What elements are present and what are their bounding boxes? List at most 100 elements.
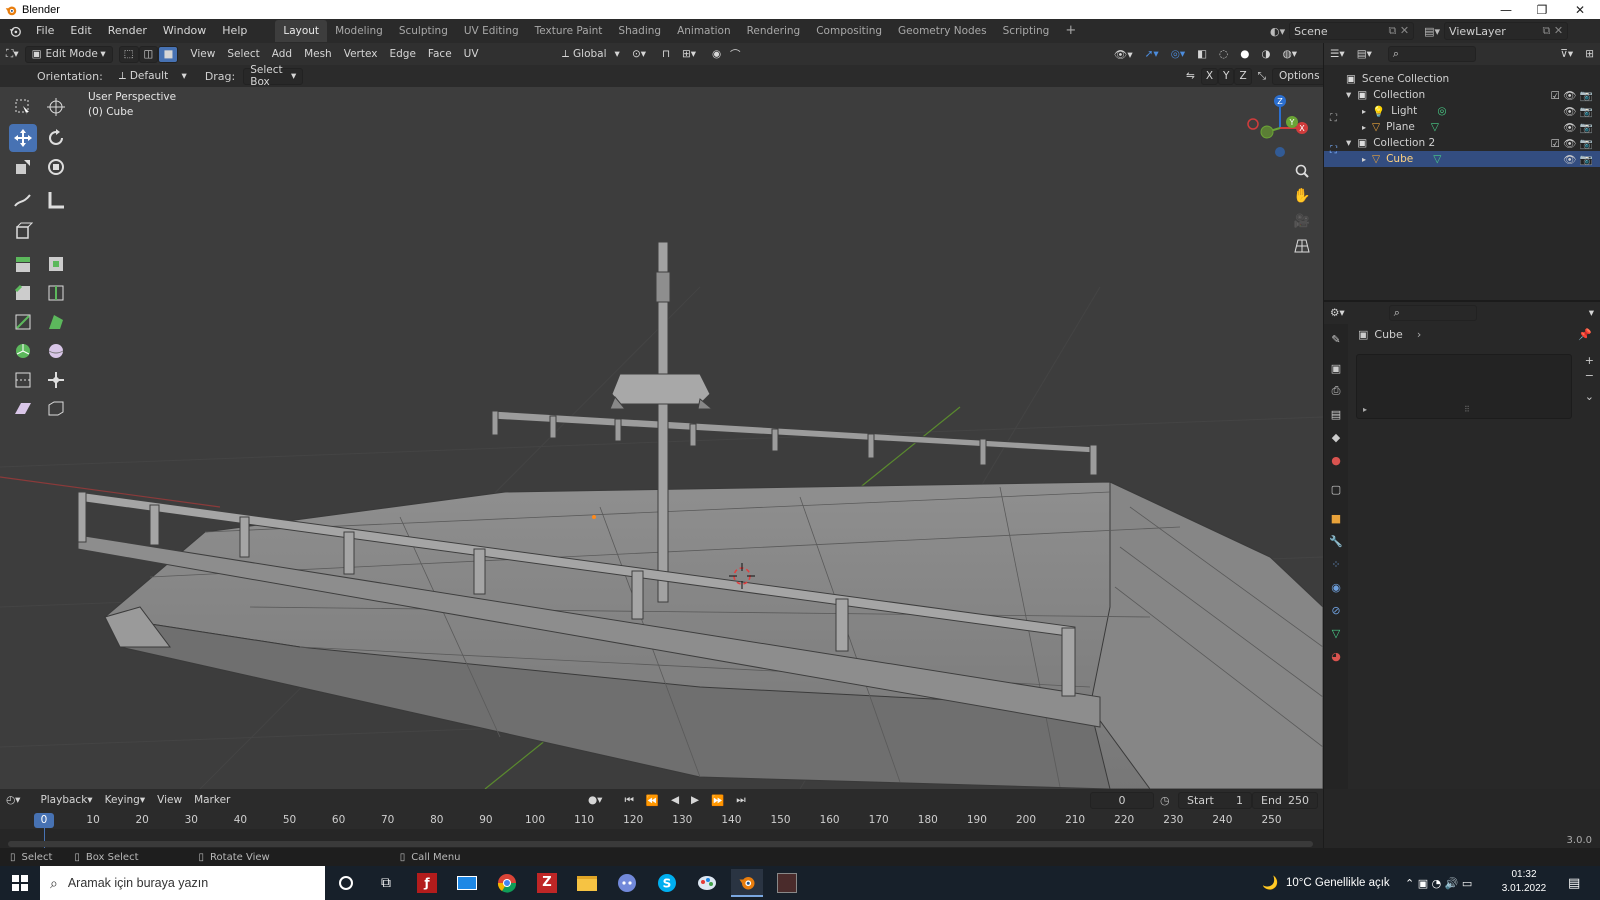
- keying-menu[interactable]: Keying ▾: [99, 792, 152, 809]
- expand-arrow-icon[interactable]: ▸: [1362, 155, 1366, 164]
- record-icon[interactable]: ●▾: [582, 792, 608, 809]
- edit-mode-toggle-icon[interactable]: ⛶: [1330, 113, 1337, 124]
- view-layer-tab-icon[interactable]: ▤: [1327, 405, 1345, 423]
- face-select-icon[interactable]: ■: [158, 45, 179, 63]
- pan-hand-icon[interactable]: ✋: [1291, 185, 1313, 207]
- move-tool[interactable]: [9, 124, 37, 152]
- material-tab-icon[interactable]: ◕: [1327, 647, 1345, 665]
- slot-specials-icon[interactable]: ⌄: [1585, 390, 1594, 403]
- scene-copy-icon[interactable]: ⧉ ✕: [1389, 24, 1410, 38]
- tab-animation[interactable]: Animation: [669, 20, 739, 42]
- scene-icon[interactable]: ◐▾: [1270, 25, 1285, 38]
- output-tab-icon[interactable]: ⎙: [1327, 382, 1345, 400]
- plane-visibility-icons[interactable]: 👁 📷: [1563, 121, 1593, 134]
- gizmo-toggle-icon[interactable]: ➚▾: [1139, 46, 1165, 63]
- view-layer-copy-icon[interactable]: ⧉ ✕: [1542, 24, 1563, 38]
- visibility-icon[interactable]: 👁▾: [1108, 46, 1139, 63]
- vertex-select-icon[interactable]: ⬚: [118, 45, 139, 63]
- file-explorer-icon[interactable]: [571, 869, 603, 897]
- bevel-tool[interactable]: [9, 279, 37, 307]
- expand-arrow-icon[interactable]: ▸: [1362, 123, 1366, 132]
- orientation-dropdown[interactable]: ⟂ Default ▾: [113, 68, 193, 85]
- outliner-item-light[interactable]: ▸ 💡 Light ◎ 👁 📷: [1324, 103, 1600, 119]
- tab-texture-paint[interactable]: Texture Paint: [527, 20, 611, 42]
- menu-view[interactable]: View: [184, 46, 221, 63]
- view-layer-icon[interactable]: ▤▾: [1424, 25, 1440, 38]
- collection-2-visibility-icons[interactable]: ☑ 👁 📷: [1551, 137, 1594, 150]
- play-icon[interactable]: ▶: [685, 792, 705, 809]
- menu-add[interactable]: Add: [266, 46, 298, 63]
- blender-app-icon[interactable]: [731, 869, 763, 897]
- pivot-point-icon[interactable]: ⊙▾: [626, 46, 652, 63]
- jump-start-icon[interactable]: ⏮: [618, 792, 639, 809]
- collection-tab-icon[interactable]: ▢: [1327, 480, 1345, 498]
- restore-button[interactable]: ❐: [1524, 0, 1560, 19]
- tab-layout[interactable]: Layout: [275, 20, 328, 42]
- clock[interactable]: 01:32 3.01.2022: [1496, 868, 1552, 896]
- add-workspace-icon[interactable]: +: [1057, 20, 1084, 42]
- transform-tool[interactable]: [42, 153, 70, 181]
- timeline-editor-icon[interactable]: ◴▾: [0, 792, 26, 809]
- remove-slot-icon[interactable]: −: [1585, 369, 1594, 382]
- modifier-tab-icon[interactable]: 🔧: [1327, 532, 1345, 550]
- filezilla-app-icon[interactable]: Z: [531, 869, 563, 897]
- tab-compositing[interactable]: Compositing: [808, 20, 890, 42]
- properties-options-icon[interactable]: ▾: [1583, 305, 1600, 322]
- outliner-search-input[interactable]: ⌕: [1387, 46, 1476, 62]
- add-slot-icon[interactable]: +: [1585, 354, 1594, 367]
- menu-edge[interactable]: Edge: [383, 46, 421, 63]
- mode-selector[interactable]: ▣ Edit Mode ▾: [24, 45, 113, 63]
- task-view-icon[interactable]: ⧉: [370, 869, 402, 897]
- frame-ruler[interactable]: 10 20 30 40 50 60 70 80 90 100 110 120 130 140 150 160 1…: [0, 811, 1323, 829]
- transform-orientation-selector[interactable]: ⟂ Global ▾: [556, 46, 626, 63]
- use-preview-range-icon[interactable]: ◷: [1160, 794, 1170, 807]
- knife-tool[interactable]: [9, 308, 37, 336]
- view-layer-selector[interactable]: ViewLayer ⧉ ✕: [1444, 22, 1569, 40]
- tab-rendering[interactable]: Rendering: [739, 20, 809, 42]
- weather-text[interactable]: 10°C Genellikle açık: [1286, 877, 1390, 889]
- inset-tool[interactable]: [42, 250, 70, 278]
- render-tab-icon[interactable]: ▣: [1327, 359, 1345, 377]
- tray-icons[interactable]: ⌃ ▣ ◔ 🔊 ▭: [1405, 877, 1472, 890]
- current-frame-field[interactable]: 0: [1090, 791, 1154, 809]
- tab-sculpting[interactable]: Sculpting: [391, 20, 456, 42]
- paint-app-icon[interactable]: [691, 869, 723, 897]
- cursor-tool[interactable]: [42, 93, 70, 121]
- tab-modeling[interactable]: Modeling: [327, 20, 391, 42]
- resize-handle-icon[interactable]: ⠿: [1464, 405, 1470, 414]
- weather-icon[interactable]: 🌙: [1262, 876, 1278, 891]
- start-frame-field[interactable]: Start 1: [1178, 791, 1252, 809]
- cortana-icon[interactable]: [330, 869, 362, 897]
- particles-tab-icon[interactable]: ⁘: [1327, 555, 1345, 573]
- editor-type-icon[interactable]: ⛶▾: [0, 46, 25, 63]
- flash-app-icon[interactable]: ƒ: [411, 869, 443, 897]
- material-slot-list[interactable]: ▸ ⠿: [1356, 354, 1572, 419]
- mirror-icon[interactable]: ⇋: [1180, 68, 1201, 85]
- playhead[interactable]: 0: [34, 813, 54, 828]
- blender-menu-icon[interactable]: [8, 24, 22, 38]
- mail-app-icon[interactable]: [451, 869, 483, 897]
- cube-mesh-data-icon[interactable]: ▽: [1433, 153, 1441, 165]
- rotate-tool[interactable]: [42, 124, 70, 152]
- prev-keyframe-icon[interactable]: ⏪: [640, 792, 665, 809]
- smooth-tool[interactable]: [42, 337, 70, 365]
- snap-target-icon[interactable]: ⊞▾: [676, 46, 702, 63]
- perspective-toggle-icon[interactable]: [1291, 235, 1313, 257]
- edge-slide-tool[interactable]: [9, 366, 37, 394]
- spin-tool[interactable]: [9, 337, 37, 365]
- falloff-icon[interactable]: ⌒: [724, 46, 747, 63]
- end-frame-field[interactable]: End 250: [1252, 791, 1318, 809]
- 3d-viewport[interactable]: User Perspective (0) Cube: [0, 87, 1323, 789]
- skype-app-icon[interactable]: S: [651, 869, 683, 897]
- chrome-app-icon[interactable]: [491, 869, 523, 897]
- cube-visibility-icons[interactable]: 👁 📷: [1563, 153, 1593, 166]
- timeline-view-menu[interactable]: View: [151, 792, 188, 809]
- wireframe-shading-icon[interactable]: ◌: [1213, 46, 1234, 63]
- outliner-item-cube[interactable]: ▸ ▽ Cube ▽ 👁 📷: [1324, 151, 1600, 167]
- tab-shading[interactable]: Shading: [610, 20, 669, 42]
- new-collection-icon[interactable]: ⊞: [1579, 46, 1600, 63]
- menu-render[interactable]: Render: [100, 19, 155, 43]
- solid-shading-icon[interactable]: ●: [1234, 46, 1255, 63]
- taskbar-search-input[interactable]: ⌕ Aramak için buraya yazın: [40, 866, 325, 900]
- collapse-arrow-icon[interactable]: ▾: [1346, 137, 1351, 149]
